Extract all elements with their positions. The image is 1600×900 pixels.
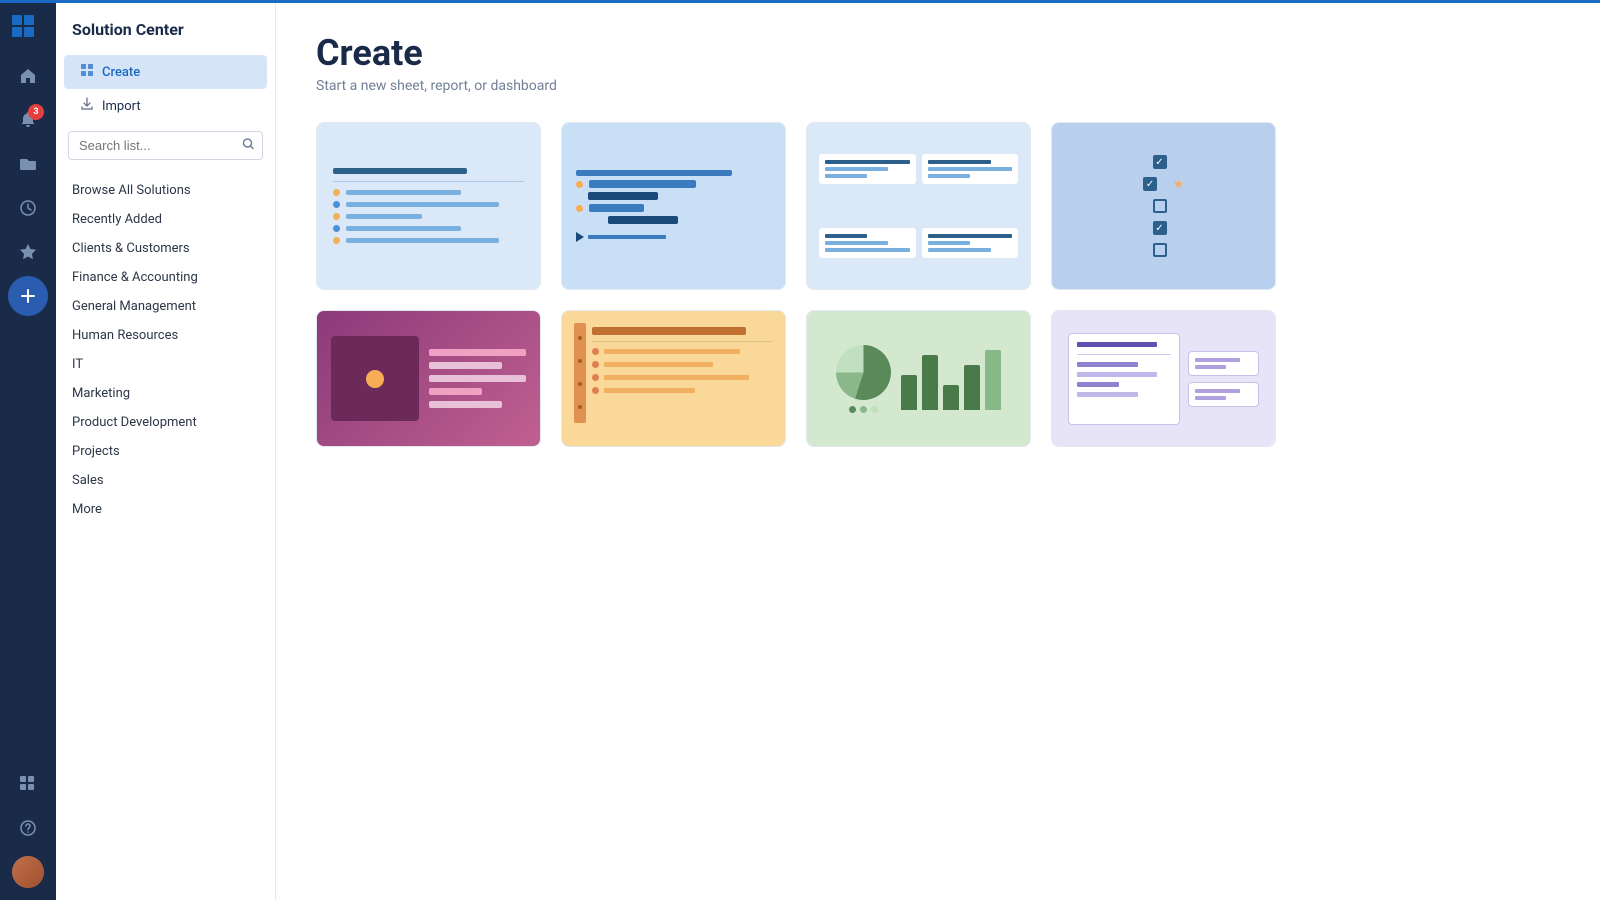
task-check-3 (1153, 199, 1167, 213)
card-tasklist[interactable]: ✓ ✓ ★ ✓ (1051, 122, 1276, 290)
import-nav-icon (80, 97, 94, 115)
avatar-image (12, 856, 44, 888)
sidebar-nav-create[interactable]: Create (64, 55, 267, 89)
list-item-general-mgmt[interactable]: General Management (64, 292, 267, 321)
card-grid[interactable]: Grid (316, 122, 541, 290)
nav-notifications[interactable]: 3 (8, 100, 48, 140)
folder-icon (19, 155, 37, 173)
list-item-finance[interactable]: Finance & Accounting (64, 263, 267, 292)
card-workapps-image (1052, 311, 1275, 446)
card-project-label: Project (562, 289, 785, 290)
main-content: Create Start a new sheet, report, or das… (276, 0, 1600, 900)
logo[interactable] (6, 12, 50, 40)
app-header-bar (0, 0, 1600, 3)
task-check-4: ✓ (1153, 221, 1167, 235)
nav-favorites[interactable] (8, 232, 48, 272)
bar-chart (901, 344, 1001, 414)
nav-folders[interactable] (8, 144, 48, 184)
sidebar-list: Browse All Solutions Recently Added Clie… (56, 176, 275, 524)
card-dashboard[interactable]: Dashboard/Portal (806, 310, 1031, 447)
card-form-image (317, 311, 540, 446)
nav-bar: 3 (0, 0, 56, 900)
home-icon (19, 67, 37, 85)
nav-help[interactable] (8, 808, 48, 848)
card-dashboard-image (807, 311, 1030, 446)
question-icon (19, 819, 37, 837)
user-avatar[interactable] (12, 856, 44, 888)
nav-home[interactable] (8, 56, 48, 96)
list-item-sales[interactable]: Sales (64, 466, 267, 495)
card-workapps[interactable]: WorkApps (1051, 310, 1276, 447)
pie-chart-icon (836, 345, 891, 400)
sidebar-search (68, 131, 263, 160)
nav-apps[interactable] (8, 764, 48, 804)
sidebar-nav-import[interactable]: Import (64, 89, 267, 123)
list-item-product-dev[interactable]: Product Development (64, 408, 267, 437)
card-grid-label: Grid (317, 289, 540, 290)
search-icon (242, 137, 255, 154)
card-tasklist-label: Task List (1052, 289, 1275, 290)
notification-badge: 3 (28, 104, 44, 120)
card-tasklist-image: ✓ ✓ ★ ✓ (1052, 123, 1275, 289)
create-nav-icon (80, 63, 94, 81)
sidebar-title: Solution Center (56, 20, 275, 55)
card-form[interactable]: Form (316, 310, 541, 447)
sidebar-create-label: Create (102, 65, 140, 80)
list-item-projects[interactable]: Projects (64, 437, 267, 466)
list-item-more[interactable]: More (64, 495, 267, 524)
card-grid-image (317, 123, 540, 289)
grid-apps-icon (19, 775, 37, 793)
task-check-5 (1153, 243, 1167, 257)
list-item-marketing[interactable]: Marketing (64, 379, 267, 408)
task-check-1: ✓ (1153, 155, 1167, 169)
task-check-2: ✓ (1143, 177, 1157, 191)
search-input[interactable] (68, 131, 263, 160)
card-form-label: Form (317, 446, 540, 447)
card-report[interactable]: Report (561, 310, 786, 447)
card-project-image (562, 123, 785, 289)
page-subtitle: Start a new sheet, report, or dashboard (316, 78, 1560, 94)
card-cards-image (807, 123, 1030, 289)
card-dashboard-label: Dashboard/Portal (807, 446, 1030, 447)
card-cards-label: Cards (807, 289, 1030, 290)
list-item-recently-added[interactable]: Recently Added (64, 205, 267, 234)
star-icon (19, 243, 37, 261)
list-item-it[interactable]: IT (64, 350, 267, 379)
clock-icon (19, 199, 37, 217)
card-workapps-label: WorkApps (1052, 446, 1275, 447)
list-item-browse-all[interactable]: Browse All Solutions (64, 176, 267, 205)
cards-grid: Grid Proj (316, 122, 1276, 447)
card-report-label: Report (562, 446, 785, 447)
card-project[interactable]: Project (561, 122, 786, 290)
list-item-clients[interactable]: Clients & Customers (64, 234, 267, 263)
plus-icon (20, 288, 36, 304)
nav-create[interactable] (8, 276, 48, 316)
card-report-image (562, 311, 785, 446)
list-item-hr[interactable]: Human Resources (64, 321, 267, 350)
card-cards[interactable]: Cards (806, 122, 1031, 290)
sidebar-import-label: Import (102, 99, 141, 114)
nav-recents[interactable] (8, 188, 48, 228)
page-title: Create (316, 32, 1560, 74)
smartsheet-logo-icon (12, 15, 44, 37)
sidebar: Solution Center Create Import Browse All… (56, 0, 276, 900)
